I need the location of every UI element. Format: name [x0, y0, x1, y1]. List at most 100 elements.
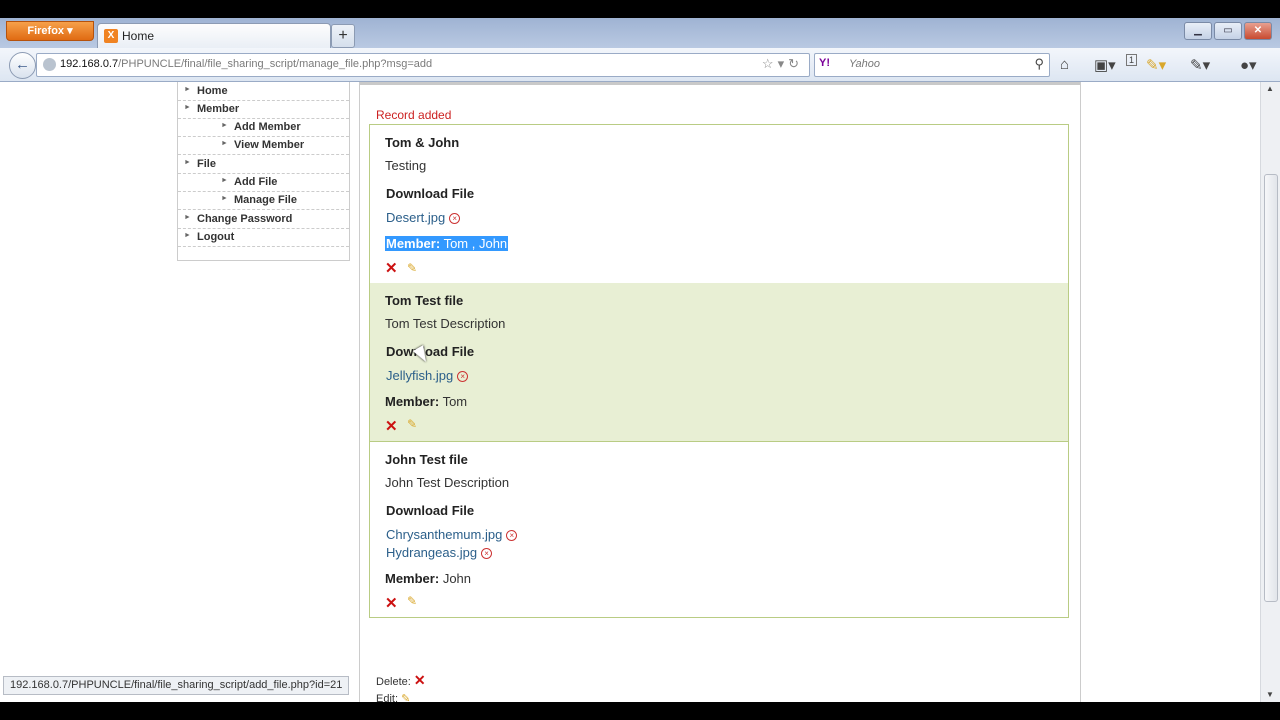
sidebar-item-label: Manage File	[234, 194, 297, 206]
record-title: Tom Test file	[385, 293, 464, 308]
sidebar-item-logout[interactable]: ► Logout	[178, 228, 349, 247]
legend-delete: Delete: ✕	[376, 672, 426, 689]
back-arrow-icon[interactable]: ←	[9, 52, 36, 79]
delete-icon: ✕	[413, 672, 426, 688]
new-tab-button[interactable]: +	[331, 24, 355, 48]
browser-window: Firefox ▾ X Home + ▁ ▭ ✕ ← 192.168.0.7/P…	[0, 18, 1280, 702]
sidebar-item-label: View Member	[234, 139, 305, 151]
bullet-arrow-icon: ►	[184, 232, 191, 239]
search-icon[interactable]: ⚲	[1034, 56, 1044, 72]
notification-badge[interactable]: 1	[1126, 54, 1138, 66]
record-title: Tom & John	[385, 135, 460, 150]
file-link[interactable]: Hydrangeas.jpg ×	[386, 545, 493, 560]
sidebar-item-manage-file[interactable]: ► Manage File	[178, 191, 349, 210]
record-description: Tom Test Description	[385, 316, 506, 331]
scrollbar-thumb[interactable]	[1264, 174, 1278, 602]
xampp-favicon-icon: X	[104, 29, 118, 43]
file-link-label: Hydrangeas.jpg	[386, 545, 478, 560]
edit-pencil-icon[interactable]: ✎	[407, 261, 417, 275]
file-link[interactable]: Jellyfish.jpg ×	[386, 368, 469, 383]
tab-title: Home	[122, 29, 155, 43]
url-text[interactable]: 192.168.0.7/PHPUNCLE/final/file_sharing_…	[60, 58, 432, 70]
legend-delete-label: Delete:	[376, 676, 411, 688]
record-description: Testing	[385, 158, 427, 173]
vertical-scrollbar[interactable]: ▲ ▼	[1260, 82, 1280, 702]
member-value: Tom	[442, 394, 468, 409]
right-divider	[1080, 82, 1081, 702]
sidebar-item-change-password[interactable]: ► Change Password	[178, 210, 349, 229]
search-box[interactable]: Y! Yahoo ⚲	[814, 53, 1050, 77]
tools-icon[interactable]: ✎▾	[1190, 56, 1210, 74]
record-members: Member: John	[385, 571, 471, 586]
addon-pencil-icon[interactable]: ✎▾	[1146, 56, 1166, 74]
sidebar-item-label: Member	[197, 103, 240, 115]
bullet-arrow-icon: ►	[184, 214, 191, 221]
remove-file-icon[interactable]: ×	[457, 371, 469, 382]
delete-icon[interactable]: ✕	[385, 259, 398, 277]
file-link[interactable]: Chrysanthemum.jpg ×	[386, 527, 518, 542]
yahoo-engine-icon[interactable]: Y!	[819, 57, 830, 69]
sidebar-item-add-member[interactable]: ► Add Member	[178, 118, 349, 137]
sidebar-item-add-file[interactable]: ► Add File	[178, 173, 349, 192]
home-icon[interactable]: ⌂	[1060, 56, 1069, 73]
site-identity-icon[interactable]	[43, 58, 56, 71]
member-value: Tom , John	[443, 236, 508, 251]
member-label: Member:	[385, 571, 440, 586]
sidebar-item-file[interactable]: ► File	[178, 155, 349, 174]
sidebar-item-label: Add Member	[234, 121, 301, 133]
sidebar-item-member[interactable]: ► Member	[178, 100, 349, 119]
bookmark-star-icon[interactable]: ☆▾↻	[762, 56, 803, 72]
scroll-down-icon[interactable]: ▼	[1266, 690, 1274, 699]
bullet-arrow-icon: ►	[221, 177, 228, 184]
delete-icon[interactable]: ✕	[385, 417, 398, 435]
navigation-toolbar: ← 192.168.0.7/PHPUNCLE/final/file_sharin…	[0, 48, 1280, 82]
remove-file-icon[interactable]: ×	[506, 530, 518, 541]
search-placeholder: Yahoo	[849, 58, 880, 70]
bullet-arrow-icon: ►	[184, 104, 191, 111]
file-link-label: Chrysanthemum.jpg	[386, 527, 503, 542]
tab-strip: Firefox ▾ X Home + ▁ ▭ ✕	[0, 18, 1280, 49]
file-record: Tom Test file Tom Test Description Downl…	[369, 283, 1069, 442]
tab-home[interactable]: X Home	[97, 23, 331, 49]
close-window-button[interactable]: ✕	[1244, 22, 1272, 40]
legend-edit-label: Edit:	[376, 693, 399, 702]
bullet-arrow-icon: ►	[221, 122, 228, 129]
sidebar-item-view-member[interactable]: ► View Member	[178, 136, 349, 155]
page-content: ► Home ► Member ► Add Member ► View Member ►…	[0, 82, 1260, 702]
url-path: /PHPUNCLE/final/file_sharing_script/mana…	[118, 58, 433, 70]
edit-pencil-icon[interactable]: ✎	[407, 594, 417, 608]
record-members: Member: Tom	[385, 394, 467, 409]
download-heading: Download File	[386, 186, 475, 201]
record-members: Member: Tom , John	[385, 236, 509, 251]
bookmarks-menu-icon[interactable]: ▣▾	[1094, 56, 1116, 74]
sidebar-item-label: Home	[197, 85, 228, 97]
maximize-button[interactable]: ▭	[1214, 22, 1242, 40]
member-label: Member:	[386, 236, 441, 251]
scroll-up-icon[interactable]: ▲	[1266, 84, 1274, 93]
bullet-arrow-icon: ►	[221, 140, 228, 147]
sidebar-item-label: Logout	[197, 231, 235, 243]
main-divider	[359, 82, 360, 702]
sidebar-item-label: File	[197, 158, 216, 170]
remove-file-icon[interactable]: ×	[449, 213, 461, 224]
sidebar-item-label: Add File	[234, 176, 278, 188]
edit-pencil-icon[interactable]: ✎	[407, 417, 417, 431]
file-link-label: Desert.jpg	[386, 210, 446, 225]
bullet-arrow-icon: ►	[221, 195, 228, 202]
remove-file-icon[interactable]: ×	[481, 548, 493, 559]
delete-icon[interactable]: ✕	[385, 594, 398, 612]
file-link[interactable]: Desert.jpg ×	[386, 210, 461, 225]
bullet-arrow-icon: ►	[184, 159, 191, 166]
address-bar[interactable]: 192.168.0.7/PHPUNCLE/final/file_sharing_…	[36, 53, 810, 77]
sidebar-item-home[interactable]: ► Home	[178, 82, 349, 101]
file-record: John Test file John Test Description Dow…	[369, 442, 1069, 618]
bullet-arrow-icon: ►	[184, 86, 191, 93]
member-value: John	[442, 571, 472, 586]
record-description: John Test Description	[385, 475, 510, 490]
file-link-label: Jellyfish.jpg	[386, 368, 454, 383]
minimize-button[interactable]: ▁	[1184, 22, 1212, 40]
edit-pencil-icon: ✎	[401, 693, 411, 702]
url-host: 192.168.0.7	[60, 58, 119, 70]
addon-circle-icon[interactable]: ●▾	[1240, 56, 1257, 74]
firefox-menu-button[interactable]: Firefox ▾	[6, 21, 94, 41]
